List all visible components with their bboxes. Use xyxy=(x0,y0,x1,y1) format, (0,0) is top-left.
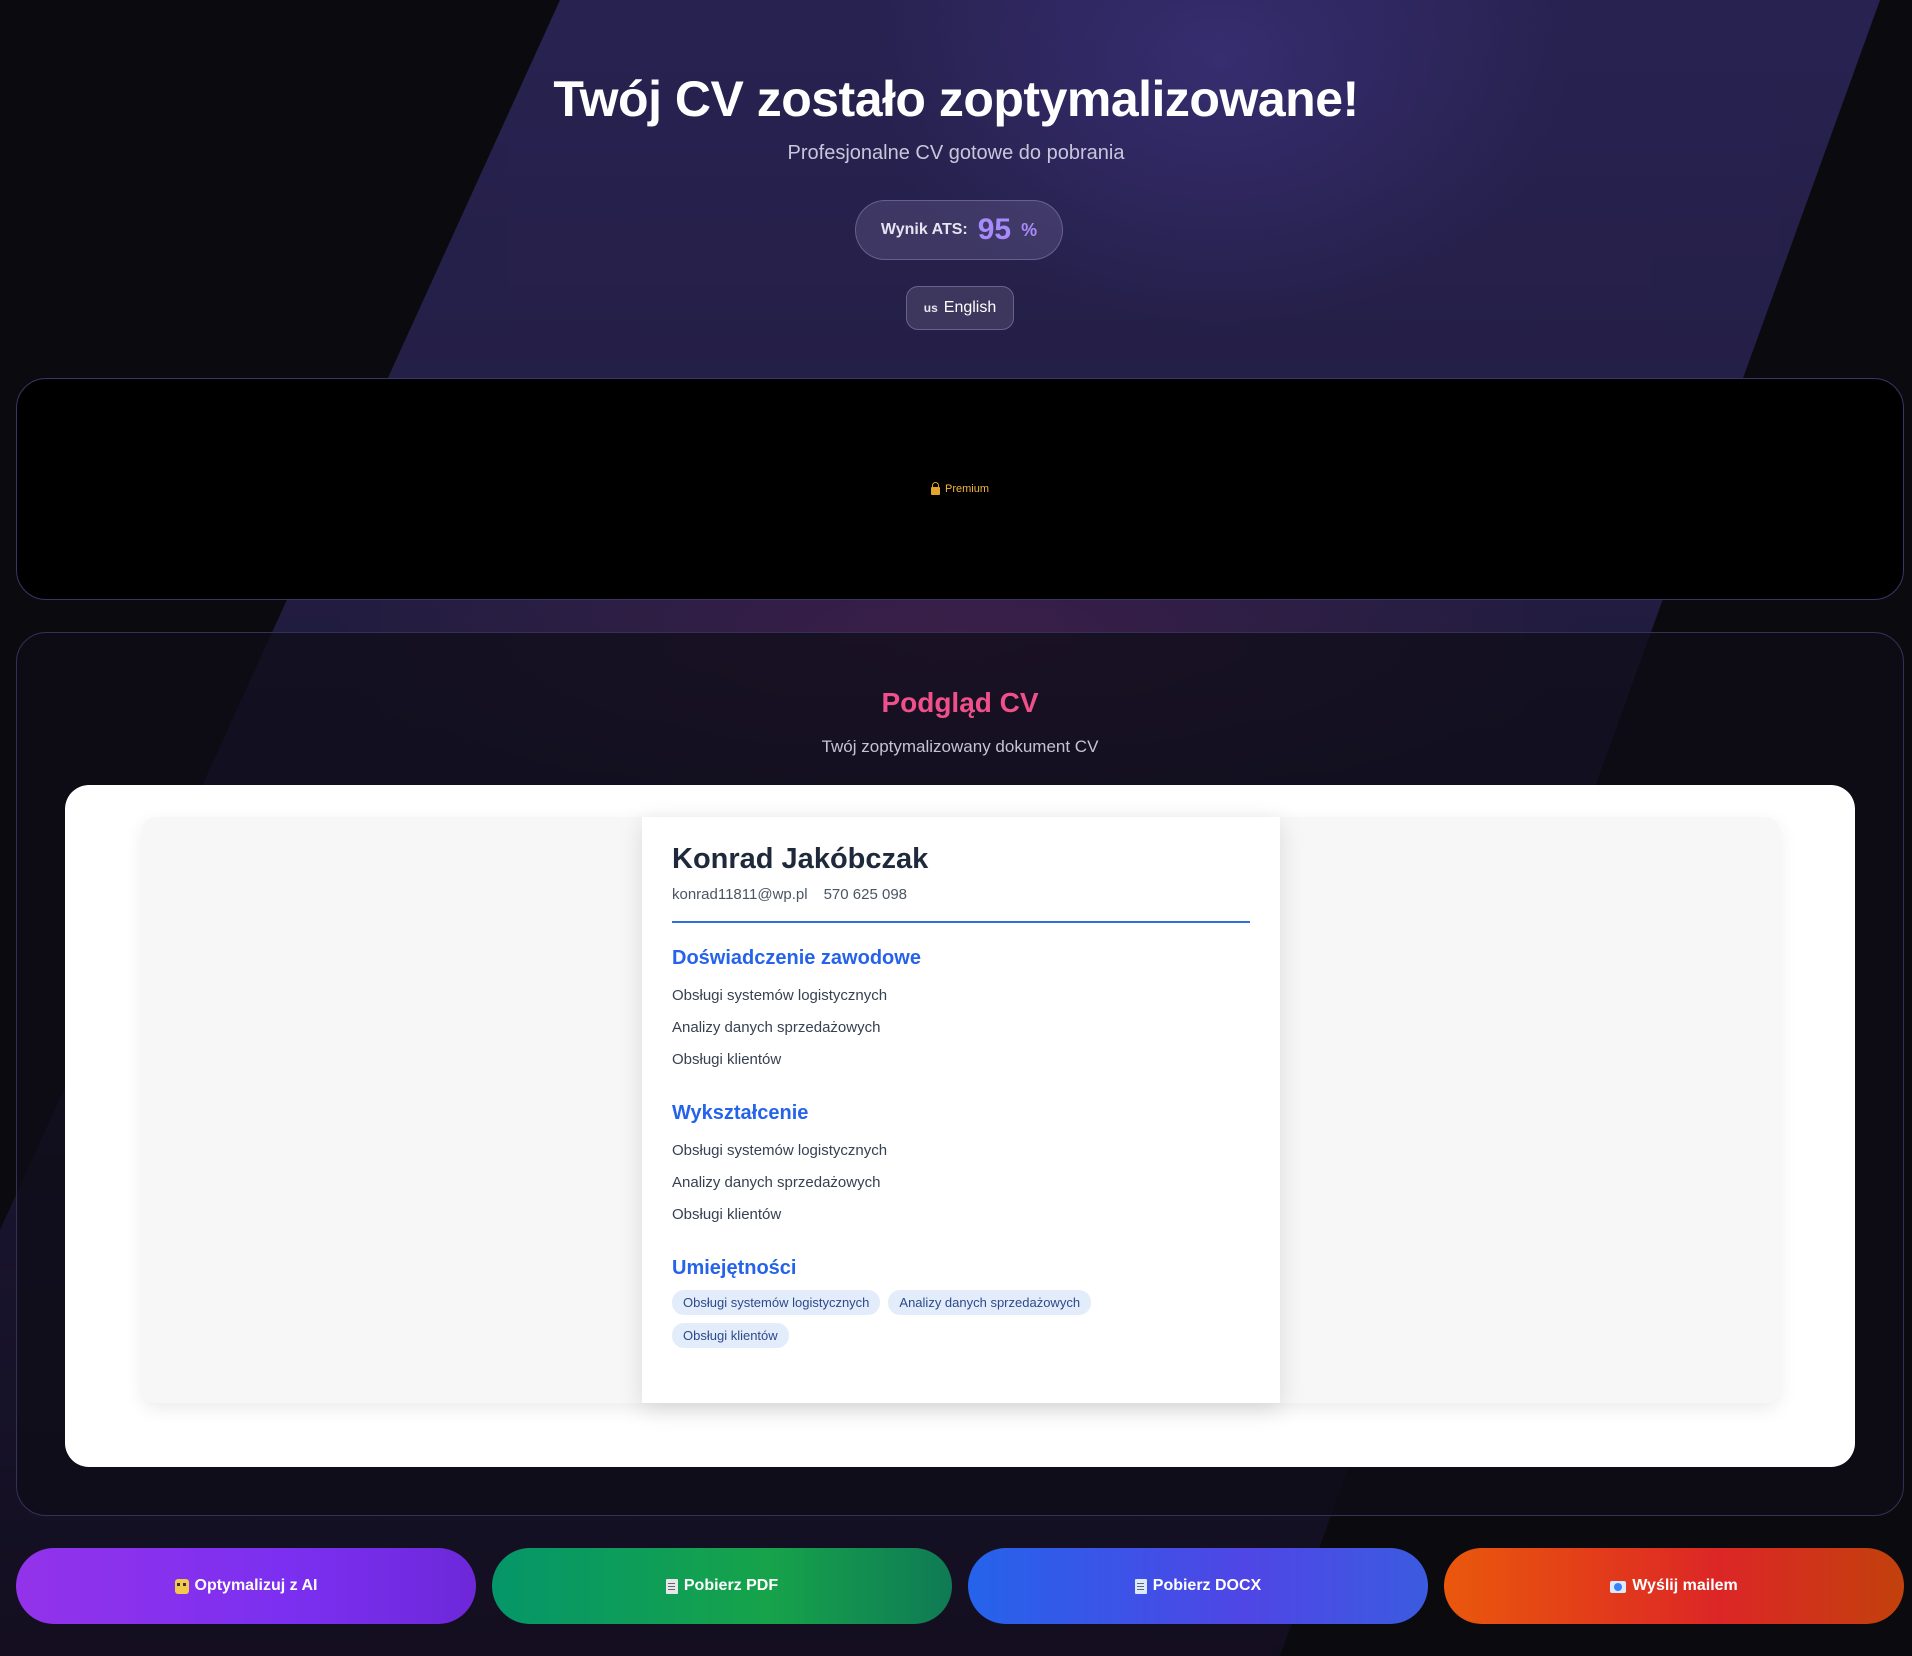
cv-experience-item: Obsługi systemów logistycznych xyxy=(672,987,888,1004)
cv-section-title-skills: Umiejętności xyxy=(672,1257,797,1279)
cv-education-item: Obsługi systemów logistycznych xyxy=(672,1142,888,1159)
document-icon xyxy=(665,1578,678,1594)
ats-score-label: Wynik ATS: xyxy=(880,221,968,238)
us-flag-icon: us xyxy=(923,301,938,315)
cv-document-page: Konrad Jakóbczak konrad11811@wp.pl 570 6… xyxy=(642,817,1280,1403)
download-pdf-button[interactable]: Pobierz PDF xyxy=(492,1548,952,1624)
premium-label: Premium xyxy=(944,483,989,495)
download-pdf-label: Pobierz PDF xyxy=(683,1577,779,1594)
download-docx-label: Pobierz DOCX xyxy=(1152,1577,1262,1594)
mail-icon xyxy=(1610,1581,1627,1593)
cv-education-item: Analizy danych sprzedażowych xyxy=(672,1174,881,1191)
language-label: English xyxy=(943,299,997,316)
send-email-label: Wyślij mailem xyxy=(1632,1577,1738,1594)
preview-subtitle: Twój zoptymalizowany dokument CV xyxy=(821,737,1099,756)
download-docx-button[interactable]: Pobierz DOCX xyxy=(968,1548,1428,1624)
cv-experience-item: Obsługi klientów xyxy=(672,1051,782,1068)
skill-tag: Analizy danych sprzedażowych xyxy=(888,1290,1092,1315)
action-bar: Optymalizuj z AI Pobierz PDF Pobierz DOC… xyxy=(16,1548,1904,1624)
optimize-ai-label: Optymalizuj z AI xyxy=(194,1577,318,1594)
premium-panel: Premium xyxy=(16,378,1904,600)
robot-icon xyxy=(174,1578,189,1594)
skill-tag: Obsługi klientów xyxy=(672,1323,789,1348)
cv-skills-list: Obsługi systemów logistycznych Analizy d… xyxy=(672,1290,1142,1348)
page-title: Twój CV zostało zoptymalizowane! xyxy=(553,71,1359,127)
cv-contact: konrad11811@wp.pl 570 625 098 xyxy=(672,886,1250,903)
ats-score-value: 95 xyxy=(977,213,1012,246)
cv-section-title-experience: Doświadczenie zawodowe xyxy=(672,947,921,969)
preview-card: Konrad Jakóbczak konrad11811@wp.pl 570 6… xyxy=(65,785,1855,1467)
lock-icon xyxy=(930,481,940,495)
document-viewer[interactable]: Konrad Jakóbczak konrad11811@wp.pl 570 6… xyxy=(142,817,1780,1403)
cv-education-item: Obsługi klientów xyxy=(672,1206,782,1223)
cv-email: konrad11811@wp.pl xyxy=(672,886,808,903)
cv-section-title-education: Wykształcenie xyxy=(672,1102,809,1124)
premium-badge[interactable]: Premium xyxy=(930,481,989,495)
cv-preview-panel: Podgląd CV Twój zoptymalizowany dokument… xyxy=(16,632,1904,1516)
page-subtitle: Profesjonalne CV gotowe do pobrania xyxy=(787,142,1125,164)
send-email-button[interactable]: Wyślij mailem xyxy=(1444,1548,1904,1624)
language-switch-button[interactable]: us English xyxy=(906,286,1014,330)
document-icon xyxy=(1134,1578,1147,1594)
ats-score-unit: % xyxy=(1021,219,1038,240)
skill-tag: Obsługi systemów logistycznych xyxy=(672,1290,881,1315)
cv-divider xyxy=(672,921,1250,923)
cv-experience-item: Analizy danych sprzedażowych xyxy=(672,1019,881,1036)
ats-score-badge: Wynik ATS: 95 % xyxy=(855,200,1063,260)
cv-name: Konrad Jakóbczak xyxy=(672,843,929,875)
cv-phone: 570 625 098 xyxy=(823,886,908,903)
preview-title: Podgląd CV xyxy=(881,687,1039,718)
optimize-ai-button[interactable]: Optymalizuj z AI xyxy=(16,1548,476,1624)
